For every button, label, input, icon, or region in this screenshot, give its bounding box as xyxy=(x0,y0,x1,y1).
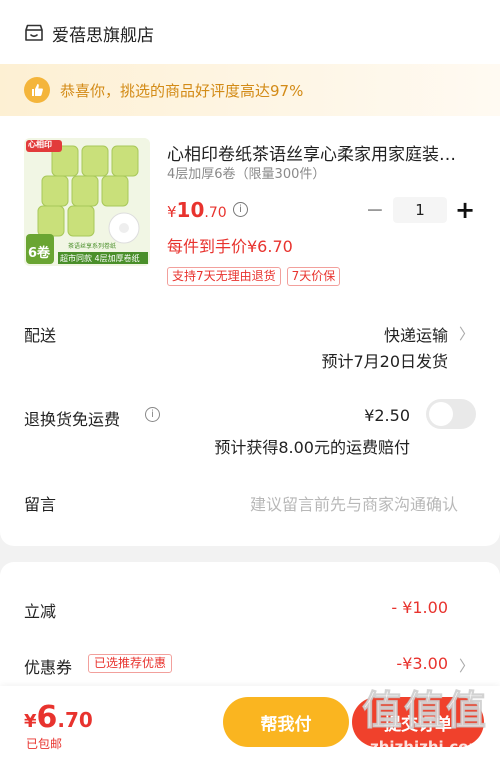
shipping-status: 已包邮 xyxy=(26,737,63,751)
delivery-chevron-icon[interactable]: 〉 xyxy=(459,323,474,344)
total-symbol: ¥ xyxy=(24,711,37,732)
toggle-knob xyxy=(429,402,453,426)
message-label: 留言 xyxy=(24,495,57,514)
product-title[interactable]: 心相印卷纸茶语丝享心柔家用家庭装… xyxy=(167,140,479,165)
tag-return-policy: 支持7天无理由退货 xyxy=(167,267,281,286)
delivery-method[interactable]: 快递运输 xyxy=(384,322,448,346)
message-input[interactable]: 建议留言前先与商家沟通确认 xyxy=(250,491,458,515)
coupon-chevron-icon[interactable]: 〉 xyxy=(459,655,474,676)
product-tags: 支持7天无理由退货 7天价保 xyxy=(167,267,341,286)
price-info-icon[interactable]: i xyxy=(233,202,248,217)
tag-price-protection: 7天价保 xyxy=(286,267,341,286)
product-spec[interactable]: 4层加厚6卷（限量300件） xyxy=(167,163,325,182)
delivery-eta: 预计7月20日发货 xyxy=(321,352,448,371)
quantity-decrease-button[interactable]: − xyxy=(364,198,386,223)
product-image[interactable]: 心相印 6卷 茶语丝享系列卷纸 超市同款 4层加厚卷纸 xyxy=(24,138,150,266)
total-price: ¥ 6 .70 xyxy=(24,700,93,735)
product-image-series: 茶语丝享系列卷纸 xyxy=(68,243,117,250)
quantity-input[interactable]: 1 xyxy=(393,197,447,223)
shop-header[interactable]: 爱蓓思旗舰店 xyxy=(24,18,154,48)
instant-discount-amount: - ¥1.00 xyxy=(391,598,448,617)
watermark-url: zhizhizhi.com xyxy=(370,738,485,756)
total-decimal: .70 xyxy=(57,708,93,732)
quantity-increase-button[interactable]: + xyxy=(454,196,476,224)
unit-price: 每件到手价¥6.70 xyxy=(167,237,293,256)
delivery-label: 配送 xyxy=(24,326,57,345)
return-insurance-info-icon[interactable]: i xyxy=(145,407,160,422)
return-insurance-toggle[interactable] xyxy=(426,399,476,429)
order-card: 爱蓓思旗舰店 恭喜你，挑选的商品好评度高达97% 心相印 6卷 茶语丝享系列卷纸… xyxy=(0,0,500,546)
praise-text: 恭喜你，挑选的商品好评度高达97% xyxy=(60,81,304,100)
store-icon xyxy=(24,23,44,43)
price-symbol: ¥ xyxy=(167,203,177,221)
instant-discount-label: 立减 xyxy=(24,602,57,621)
return-insurance-price: ¥2.50 xyxy=(364,406,410,425)
price-integer: 10 xyxy=(176,198,205,222)
praise-banner: 恭喜你，挑选的商品好评度高达97% xyxy=(0,64,500,116)
product-price: ¥ 10 .70 xyxy=(167,198,227,222)
coupon-amount[interactable]: -¥3.00 xyxy=(396,654,448,673)
product-image-count: 6卷 xyxy=(28,246,51,261)
help-pay-button[interactable]: 帮我付 xyxy=(223,697,349,747)
product-image-banner: 超市同款 4层加厚卷纸 xyxy=(60,254,140,263)
return-insurance-note: 预计获得8.00元的运费赔付 xyxy=(214,438,410,457)
thumbs-up-icon xyxy=(24,77,50,103)
price-decimal: .70 xyxy=(204,205,227,221)
shop-name: 爱蓓思旗舰店 xyxy=(52,25,154,46)
coupon-label: 优惠券 xyxy=(24,658,73,677)
return-insurance-label: 退换货免运费 xyxy=(24,410,121,429)
total-integer: 6 xyxy=(36,700,58,735)
coupon-tag: 已选推荐优惠 xyxy=(88,654,173,673)
product-image-brand: 心相印 xyxy=(28,140,52,149)
